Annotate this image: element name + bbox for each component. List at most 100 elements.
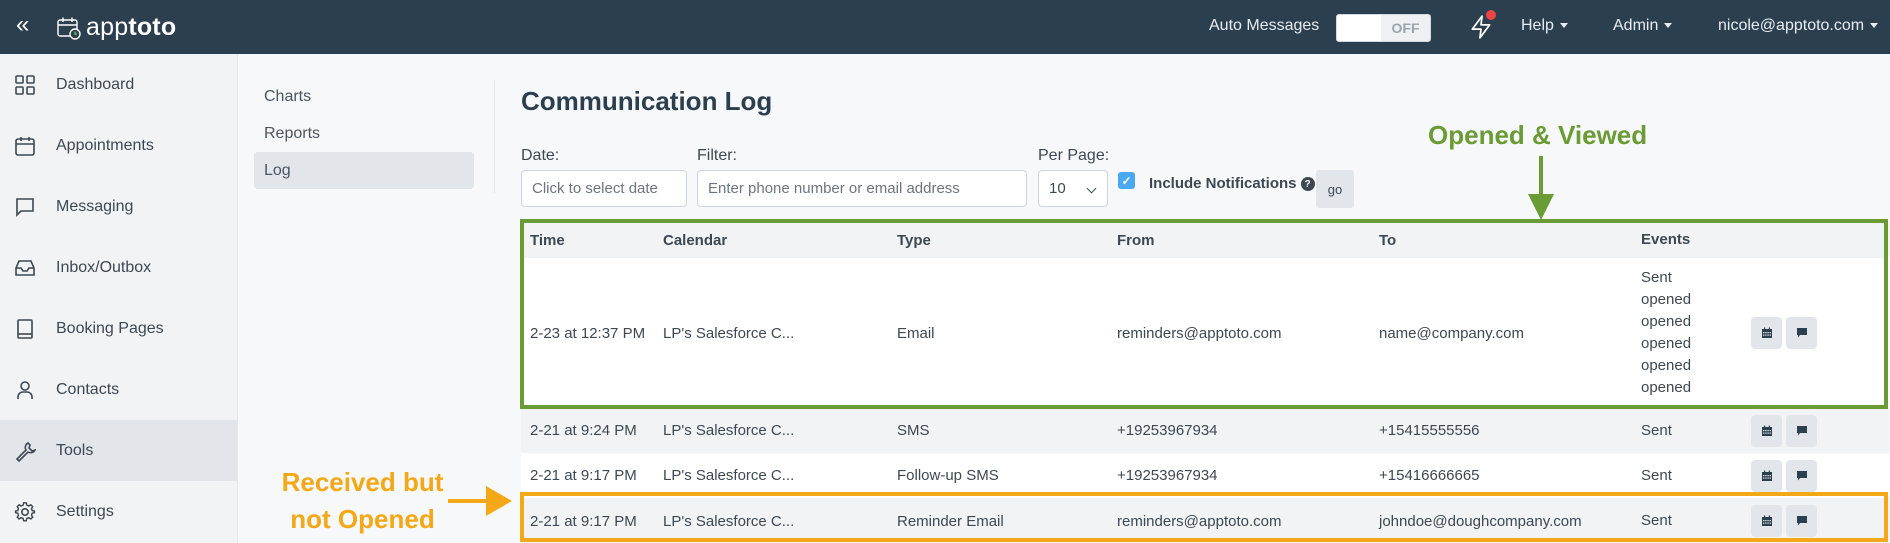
include-notifications-checkbox[interactable]: ✓ xyxy=(1118,172,1135,189)
cell-calendar: LP's Salesforce C... xyxy=(663,512,795,530)
view-appointment-button[interactable] xyxy=(1751,459,1782,492)
per-page-label: Per Page: xyxy=(1038,147,1110,164)
view-appointment-button[interactable] xyxy=(1751,505,1782,537)
event-item: Sent xyxy=(1641,269,1672,286)
cell-to: +15416666665 xyxy=(1379,467,1480,484)
event-item: opened xyxy=(1641,379,1692,396)
cell-time: 2-21 at 9:17 PM xyxy=(530,512,637,530)
subnav-item-reports[interactable]: Reports xyxy=(254,115,474,152)
date-input[interactable]: Click to select date xyxy=(521,170,687,207)
communication-log-table: Time Calendar Type From To Events 2-23 a… xyxy=(521,222,1889,543)
event-item: Sent xyxy=(1641,466,1672,484)
date-label: Date: xyxy=(521,147,560,164)
column-header-time[interactable]: Time xyxy=(521,232,663,249)
table-row: 2-21 at 9:17 PM LP's Salesforce C... Fol… xyxy=(521,453,1889,498)
cell-to: +15415555556 xyxy=(1379,422,1480,439)
row-actions xyxy=(1751,317,1817,349)
calendar-clock-icon xyxy=(57,17,81,40)
event-item: opened xyxy=(1641,291,1692,308)
sidebar-item-label: Inbox/Outbox xyxy=(56,258,152,276)
user-dropdown[interactable]: nicole@apptoto.com xyxy=(1718,17,1879,35)
cell-calendar: LP's Salesforce C... xyxy=(663,324,795,342)
cell-from: +19253967934 xyxy=(1117,422,1218,439)
apptoto-logo[interactable]: apptoto xyxy=(56,13,176,42)
sidebar-item-label: Tools xyxy=(56,441,94,459)
checkmark-icon: ✓ xyxy=(1121,173,1132,188)
auto-messages-label: Auto Messages xyxy=(1209,17,1320,34)
gear-icon xyxy=(14,501,36,523)
column-header-type[interactable]: Type xyxy=(897,232,1117,249)
message-square-icon xyxy=(14,196,36,218)
table-row: 2-23 at 12:37 PM LP's Salesforce C... Em… xyxy=(521,258,1889,408)
auto-messages-toggle[interactable]: OFF xyxy=(1336,14,1431,42)
table-row: 2-21 at 9:24 PM LP's Salesforce C... SMS… xyxy=(521,408,1889,453)
go-button[interactable]: go xyxy=(1316,170,1354,208)
row-actions xyxy=(1751,414,1817,447)
column-header-to[interactable]: To xyxy=(1379,232,1641,249)
subnav-item-charts[interactable]: Charts xyxy=(254,78,474,115)
sidebar-item-contacts[interactable]: Contacts xyxy=(0,359,237,420)
filter-label: Filter: xyxy=(697,147,737,164)
caret-down-icon xyxy=(1870,23,1879,29)
cell-events: Sent xyxy=(1641,510,1751,532)
cell-from: +19253967934 xyxy=(1117,467,1218,484)
caret-down-icon xyxy=(1559,23,1568,29)
view-appointment-button[interactable] xyxy=(1751,317,1782,349)
sidebar-item-inbox-outbox[interactable]: Inbox/Outbox xyxy=(0,237,237,298)
cell-type: Reminder Email xyxy=(897,512,1004,530)
view-message-button[interactable] xyxy=(1786,317,1817,349)
per-page-value: 10 xyxy=(1049,180,1066,197)
sidebar-item-settings[interactable]: Settings xyxy=(0,481,237,542)
row-actions xyxy=(1751,459,1817,492)
cell-from: reminders@apptoto.com xyxy=(1117,512,1282,530)
event-item: Sent xyxy=(1641,421,1672,439)
grid-icon xyxy=(14,74,36,96)
event-item: opened xyxy=(1641,313,1692,330)
calendar-icon xyxy=(1761,515,1772,526)
view-appointment-button[interactable] xyxy=(1751,414,1782,447)
question-circle-icon[interactable]: ? xyxy=(1300,177,1315,192)
annotation-line: not Opened xyxy=(290,504,435,534)
cell-calendar: LP's Salesforce C... xyxy=(663,467,795,484)
notifications-button[interactable] xyxy=(1468,10,1496,40)
table-row: 2-21 at 9:17 PM LP's Salesforce C... Rem… xyxy=(521,498,1889,543)
view-message-button[interactable] xyxy=(1786,459,1817,492)
calendar-icon xyxy=(1761,327,1772,338)
subnav-item-log[interactable]: Log xyxy=(254,152,474,189)
cell-events: Sent xyxy=(1641,465,1751,487)
sidebar-item-label: Appointments xyxy=(56,136,154,154)
cell-time: 2-21 at 9:24 PM xyxy=(530,422,637,439)
arrow-right-icon xyxy=(448,486,512,516)
cell-time: 2-21 at 9:17 PM xyxy=(530,467,637,484)
comment-icon xyxy=(1796,328,1807,338)
per-page-select[interactable]: 10 xyxy=(1038,170,1108,207)
admin-dropdown[interactable]: Admin xyxy=(1613,17,1673,35)
sidebar-item-messaging[interactable]: Messaging xyxy=(0,176,237,237)
view-message-button[interactable] xyxy=(1786,505,1817,537)
column-header-events[interactable]: Events xyxy=(1641,229,1751,251)
sidebar-item-label: Dashboard xyxy=(56,75,135,93)
filter-input[interactable]: Enter phone number or email address xyxy=(697,170,1027,207)
sidebar-item-booking-pages[interactable]: Booking Pages xyxy=(0,298,237,359)
comment-icon xyxy=(1796,516,1807,526)
view-message-button[interactable] xyxy=(1786,414,1817,447)
tools-subnav: Charts Reports Log xyxy=(254,78,474,189)
sidebar-item-label: Messaging xyxy=(56,197,134,215)
event-item: opened xyxy=(1641,335,1692,352)
comment-icon xyxy=(1796,425,1807,435)
include-notifications-label: Include Notifications? xyxy=(1149,175,1315,192)
column-header-calendar[interactable]: Calendar xyxy=(663,232,897,249)
cell-time: 2-23 at 12:37 PM xyxy=(530,324,646,342)
cell-calendar: LP's Salesforce C... xyxy=(663,422,795,439)
cell-events: Sent opened opened opened opened opened xyxy=(1641,267,1751,399)
calendar-icon xyxy=(14,135,36,157)
cell-type: SMS xyxy=(897,422,930,439)
help-dropdown[interactable]: Help xyxy=(1521,17,1568,35)
column-header-from[interactable]: From xyxy=(1117,232,1379,249)
wrench-icon xyxy=(14,440,36,462)
sidebar-item-tools[interactable]: Tools xyxy=(0,420,237,481)
toggle-knob xyxy=(1337,15,1381,41)
sidebar-item-appointments[interactable]: Appointments xyxy=(0,115,237,176)
sidebar-item-dashboard[interactable]: Dashboard xyxy=(0,54,237,115)
collapse-sidebar-icon[interactable]: « xyxy=(16,13,29,37)
